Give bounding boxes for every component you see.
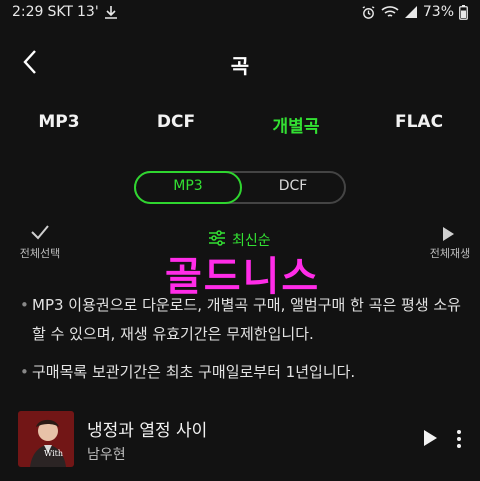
bullet-icon: • [20, 296, 29, 314]
status-extra: 13' [77, 4, 99, 20]
song-title[interactable]: 냉정과 열정 사이 [87, 416, 207, 441]
status-time: 2:29 [12, 4, 44, 20]
bullet-icon: • [20, 363, 29, 381]
notice-text: 구매목록 보관기간은 최초 구매일로부터 1년입니다. [32, 363, 356, 381]
tab-mp3[interactable]: MP3 [38, 112, 79, 132]
status-bar-left: 2:29 SKT 13' [12, 4, 119, 20]
battery-percent: 73% [422, 4, 454, 20]
tab-dcf[interactable]: DCF [157, 112, 195, 132]
status-bar-right: 73% [361, 4, 468, 20]
toggle-dcf-button[interactable]: DCF [240, 178, 346, 194]
signal-icon [404, 5, 418, 19]
toggle-mp3-label: MP3 [173, 178, 203, 194]
notice-item: • 구매목록 보관기간은 최초 구매일로부터 1년입니다. [20, 358, 466, 387]
notice-item: • MP3 이용권으로 다운로드, 개별곡 구매, 앨범구매 한 곡은 평생 소… [20, 291, 466, 349]
tab-individual-songs[interactable]: 개별곡 [273, 112, 320, 137]
format-tabs: MP3 DCF 개별곡 FLAC [0, 112, 480, 140]
play-all-icon[interactable] [441, 226, 455, 246]
song-artist[interactable]: 남우현 [87, 444, 126, 464]
download-icon [103, 4, 119, 20]
play-icon[interactable] [422, 429, 438, 451]
tab-flac[interactable]: FLAC [395, 112, 443, 132]
page-title: 곡 [230, 54, 250, 78]
album-art[interactable]: With [18, 411, 74, 467]
status-carrier: SKT [47, 4, 73, 20]
play-all-button[interactable]: 전체재생 [420, 245, 480, 261]
select-all-button[interactable]: 전체선택 [0, 245, 80, 261]
alarm-icon [361, 5, 376, 20]
album-art-text: With [44, 449, 64, 458]
check-icon[interactable] [30, 224, 50, 244]
notice-text: MP3 이용권으로 다운로드, 개별곡 구매, 앨범구매 한 곡은 평생 소유할… [32, 296, 461, 343]
battery-icon [459, 4, 468, 20]
more-options-icon[interactable] [455, 429, 463, 453]
wifi-icon [381, 5, 399, 19]
